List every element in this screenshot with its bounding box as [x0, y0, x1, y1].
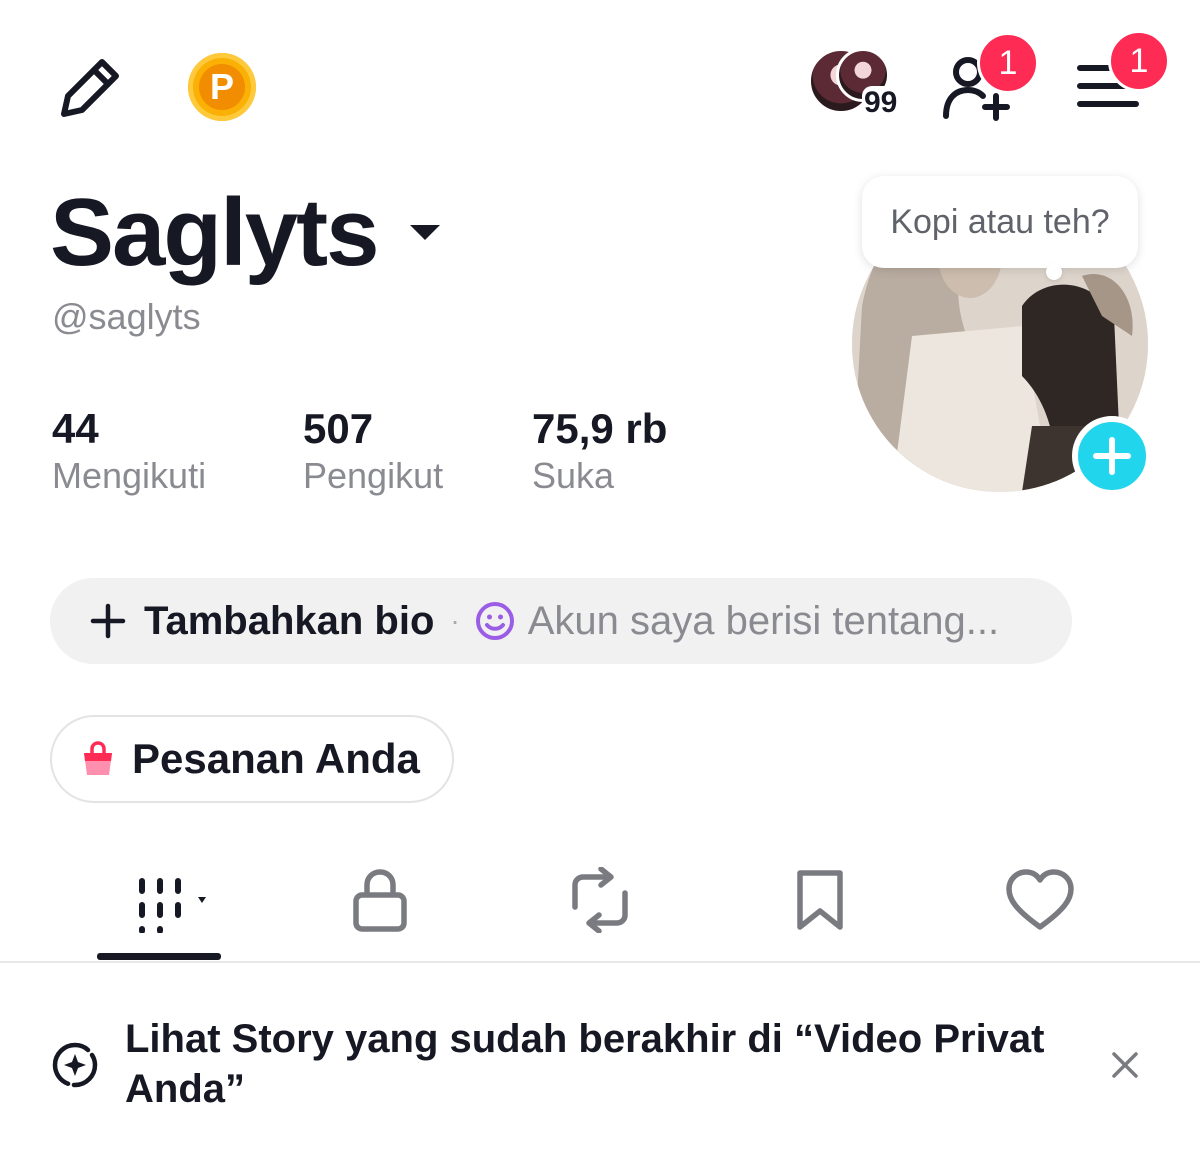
pencil-icon — [61, 59, 119, 117]
account-switch-caret-icon[interactable] — [410, 225, 440, 240]
add-story-button[interactable] — [1072, 416, 1152, 496]
tab-videos[interactable] — [100, 860, 220, 940]
edit-profile-button[interactable] — [50, 50, 130, 126]
smiley-icon — [475, 602, 514, 640]
repost-icon — [572, 867, 628, 933]
close-notice-button[interactable] — [1100, 1040, 1150, 1090]
tab-reposts[interactable] — [540, 860, 660, 940]
separator-dot: · — [450, 605, 460, 636]
bubble-tail — [1046, 264, 1062, 280]
add-bio-label: Tambahkan bio — [144, 598, 435, 643]
tab-liked[interactable] — [980, 860, 1100, 940]
stat-followers[interactable]: 507 Pengikut — [303, 404, 443, 498]
shopping-bag-icon — [84, 741, 112, 775]
stat-label: Pengikut — [303, 455, 444, 496]
friends-activity-button[interactable]: 99 — [808, 48, 908, 128]
menu-badge: 1 — [1108, 30, 1170, 92]
active-tab-indicator — [97, 953, 221, 960]
stat-following[interactable]: 44 Mengikuti — [52, 404, 206, 498]
stat-value: 44 — [52, 405, 99, 452]
tab-private[interactable] — [320, 860, 440, 940]
your-orders-label: Pesanan Anda — [132, 735, 420, 782]
stat-label: Suka — [532, 455, 615, 496]
your-orders-button[interactable]: Pesanan Anda — [50, 715, 454, 803]
close-icon — [1112, 1052, 1138, 1078]
notice-text: Lihat Story yang sudah berakhir di “Vide… — [125, 1017, 1045, 1111]
coin-button[interactable]: P — [188, 53, 256, 121]
grid-icon — [139, 878, 206, 933]
heart-icon — [1006, 869, 1074, 930]
stat-value: 507 — [303, 405, 374, 452]
add-bio-button[interactable]: Tambahkan bio · Akun saya berisi tentang… — [50, 578, 1072, 664]
tabs-divider — [0, 961, 1200, 963]
stat-label: Mengikuti — [52, 455, 207, 496]
bookmark-icon — [797, 870, 843, 930]
friends-count: 99 — [862, 86, 900, 120]
tab-saved[interactable] — [760, 860, 880, 940]
profile-name: Saglyts — [50, 179, 379, 286]
plus-icon — [1093, 437, 1131, 475]
add-friend-badge: 1 — [977, 32, 1039, 94]
profile-handle: @saglyts — [52, 296, 201, 337]
story-sparkle-icon — [52, 1042, 98, 1088]
plus-icon — [90, 603, 126, 639]
profile-note-bubble[interactable]: Kopi atau teh? — [862, 176, 1138, 268]
coin-label: P — [199, 64, 245, 110]
stat-value: 75,9 rb — [532, 405, 668, 452]
stat-likes[interactable]: 75,9 rb Suka — [532, 404, 667, 498]
lock-icon — [353, 869, 407, 932]
bio-hint: Akun saya berisi tentang... — [527, 598, 1000, 643]
